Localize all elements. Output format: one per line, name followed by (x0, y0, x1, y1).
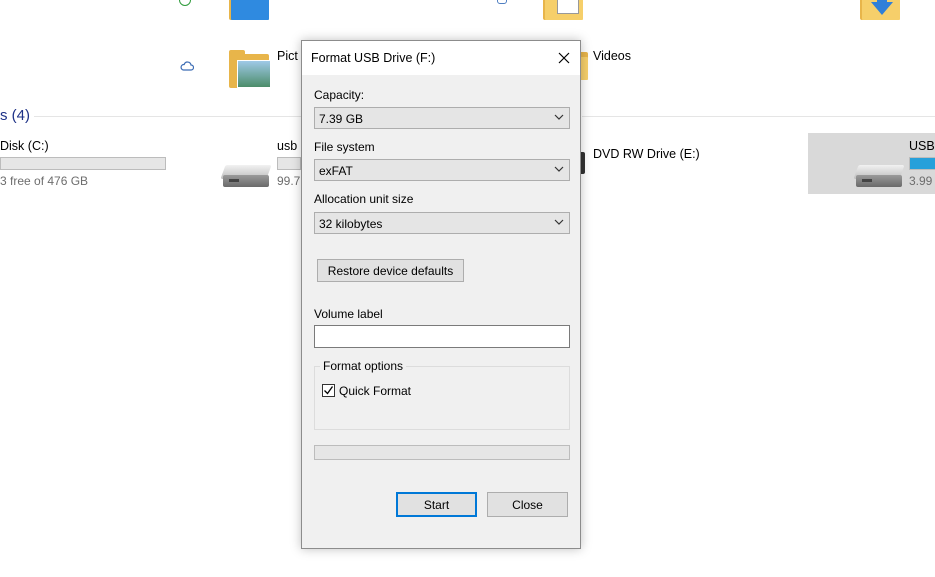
usb-f-drive-label: USB (909, 139, 935, 153)
chevron-down-icon (554, 114, 564, 120)
downloads-folder-icon[interactable] (860, 0, 900, 20)
volume-label-input[interactable] (314, 325, 570, 348)
usb-f-drive-usage-bar (909, 157, 935, 170)
quick-format-label[interactable]: Quick Format (339, 384, 411, 398)
folder-icon[interactable] (229, 0, 269, 20)
allocation-unit-label: Allocation unit size (314, 192, 414, 206)
allocation-unit-select[interactable]: 32 kilobytes (314, 212, 570, 234)
section-divider (582, 116, 935, 117)
capacity-value: 7.39 GB (319, 112, 364, 126)
format-options-legend: Format options (320, 359, 407, 373)
pictures-label[interactable]: Pict (277, 49, 298, 63)
usb-drive-label[interactable]: usb (277, 139, 297, 153)
capacity-select[interactable]: 7.39 GB (314, 107, 570, 129)
videos-label[interactable]: Videos (593, 49, 631, 63)
volume-label-label: Volume label (314, 307, 383, 321)
dvd-drive-label[interactable]: DVD RW Drive (E:) (593, 147, 700, 161)
close-button[interactable]: Close (487, 492, 568, 517)
file-system-value: exFAT (319, 164, 353, 178)
usb-drive-usage-bar (277, 157, 301, 170)
section-divider (34, 116, 301, 117)
close-icon[interactable] (550, 44, 578, 72)
usb-f-drive-icon (853, 165, 905, 187)
allocation-unit-value: 32 kilobytes (319, 217, 383, 231)
devices-section-header[interactable]: s (4) (0, 107, 30, 124)
format-dialog: Format USB Drive (F:) Capacity: 7.39 GB … (301, 40, 581, 549)
cloud-icon (180, 61, 194, 71)
capacity-label: Capacity: (314, 88, 365, 102)
file-system-select[interactable]: exFAT (314, 159, 570, 181)
drive-c-label[interactable]: Disk (C:) (0, 139, 49, 153)
drive-c-usage-bar (0, 157, 166, 170)
documents-folder-icon[interactable] (543, 0, 583, 20)
chevron-down-icon (554, 219, 564, 225)
start-button[interactable]: Start (396, 492, 477, 517)
sync-status-icon (179, 0, 191, 6)
format-progress-bar (314, 445, 570, 460)
dialog-titlebar[interactable]: Format USB Drive (F:) (302, 41, 580, 75)
cloud-status-icon (497, 0, 507, 4)
dialog-title: Format USB Drive (F:) (311, 51, 436, 65)
checkmark-icon (324, 386, 334, 395)
chevron-down-icon (554, 166, 564, 172)
drive-c-free-space: 3 free of 476 GB (0, 174, 89, 188)
quick-format-checkbox[interactable] (322, 384, 335, 397)
usb-f-drive-free-space: 3.99 (909, 174, 933, 188)
pictures-folder-icon[interactable] (229, 50, 271, 90)
restore-defaults-button[interactable]: Restore device defaults (317, 259, 464, 282)
file-system-label: File system (314, 140, 375, 154)
usb-drive-icon[interactable] (220, 165, 272, 187)
format-options-group (314, 366, 570, 430)
usb-drive-free-space: 99.7 (277, 174, 301, 188)
